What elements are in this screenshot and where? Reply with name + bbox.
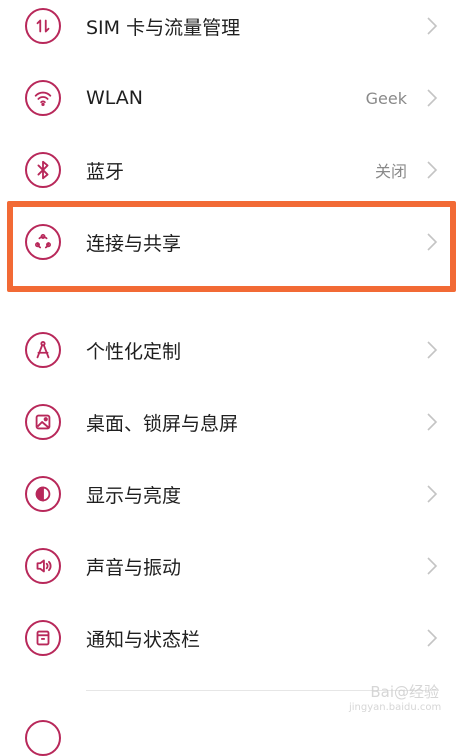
chevron-right-icon [427,557,438,575]
chevron-right-icon [427,17,438,35]
setting-label: 蓝牙 [86,160,125,183]
compass-icon [25,332,61,368]
chevron-right-icon [427,413,438,431]
setting-bluetooth[interactable]: 蓝牙 关闭 [0,134,461,206]
setting-notification-statusbar[interactable]: 通知与状态栏 [0,602,461,674]
sim-traffic-icon [25,8,61,44]
brightness-icon [25,476,61,512]
chevron-right-icon [427,89,438,107]
bluetooth-icon [25,152,61,188]
chevron-right-icon [427,485,438,503]
setting-label: 桌面、锁屏与息屏 [86,412,239,435]
chevron-right-icon [427,161,438,179]
sound-icon [25,548,61,584]
notification-icon [25,620,61,656]
baidu-watermark: Bai@经验 jingyan.baidu.com [349,683,442,724]
setting-label: 显示与亮度 [86,484,182,507]
setting-label: SIM 卡与流量管理 [86,16,241,39]
wlan-network-value: Geek [365,88,407,108]
chevron-right-icon [427,629,438,647]
setting-label: 声音与振动 [86,556,182,579]
watermark-line1: Bai@经验 [370,683,439,701]
share-connection-icon [25,224,61,260]
setting-label: 连接与共享 [86,232,182,255]
chevron-right-icon [427,341,438,359]
watermark-line2: jingyan.baidu.com [349,702,442,713]
setting-desktop-lockscreen[interactable]: 桌面、锁屏与息屏 [0,386,461,458]
setting-wlan[interactable]: WLAN Geek [0,62,461,134]
chevron-right-icon [427,233,438,251]
bluetooth-status-value: 关闭 [374,162,407,181]
setting-label: 通知与状态栏 [86,628,201,651]
wifi-icon [25,80,61,116]
wallpaper-icon [25,404,61,440]
setting-label: WLAN [86,87,144,109]
setting-label: 个性化定制 [86,340,182,363]
next-setting-icon [25,720,61,756]
setting-connection-sharing[interactable]: 连接与共享 [0,206,461,278]
setting-personalization[interactable]: 个性化定制 [0,314,461,386]
setting-sim-traffic[interactable]: SIM 卡与流量管理 [0,0,461,62]
setting-display-brightness[interactable]: 显示与亮度 [0,458,461,530]
setting-sound-vibration[interactable]: 声音与振动 [0,530,461,602]
